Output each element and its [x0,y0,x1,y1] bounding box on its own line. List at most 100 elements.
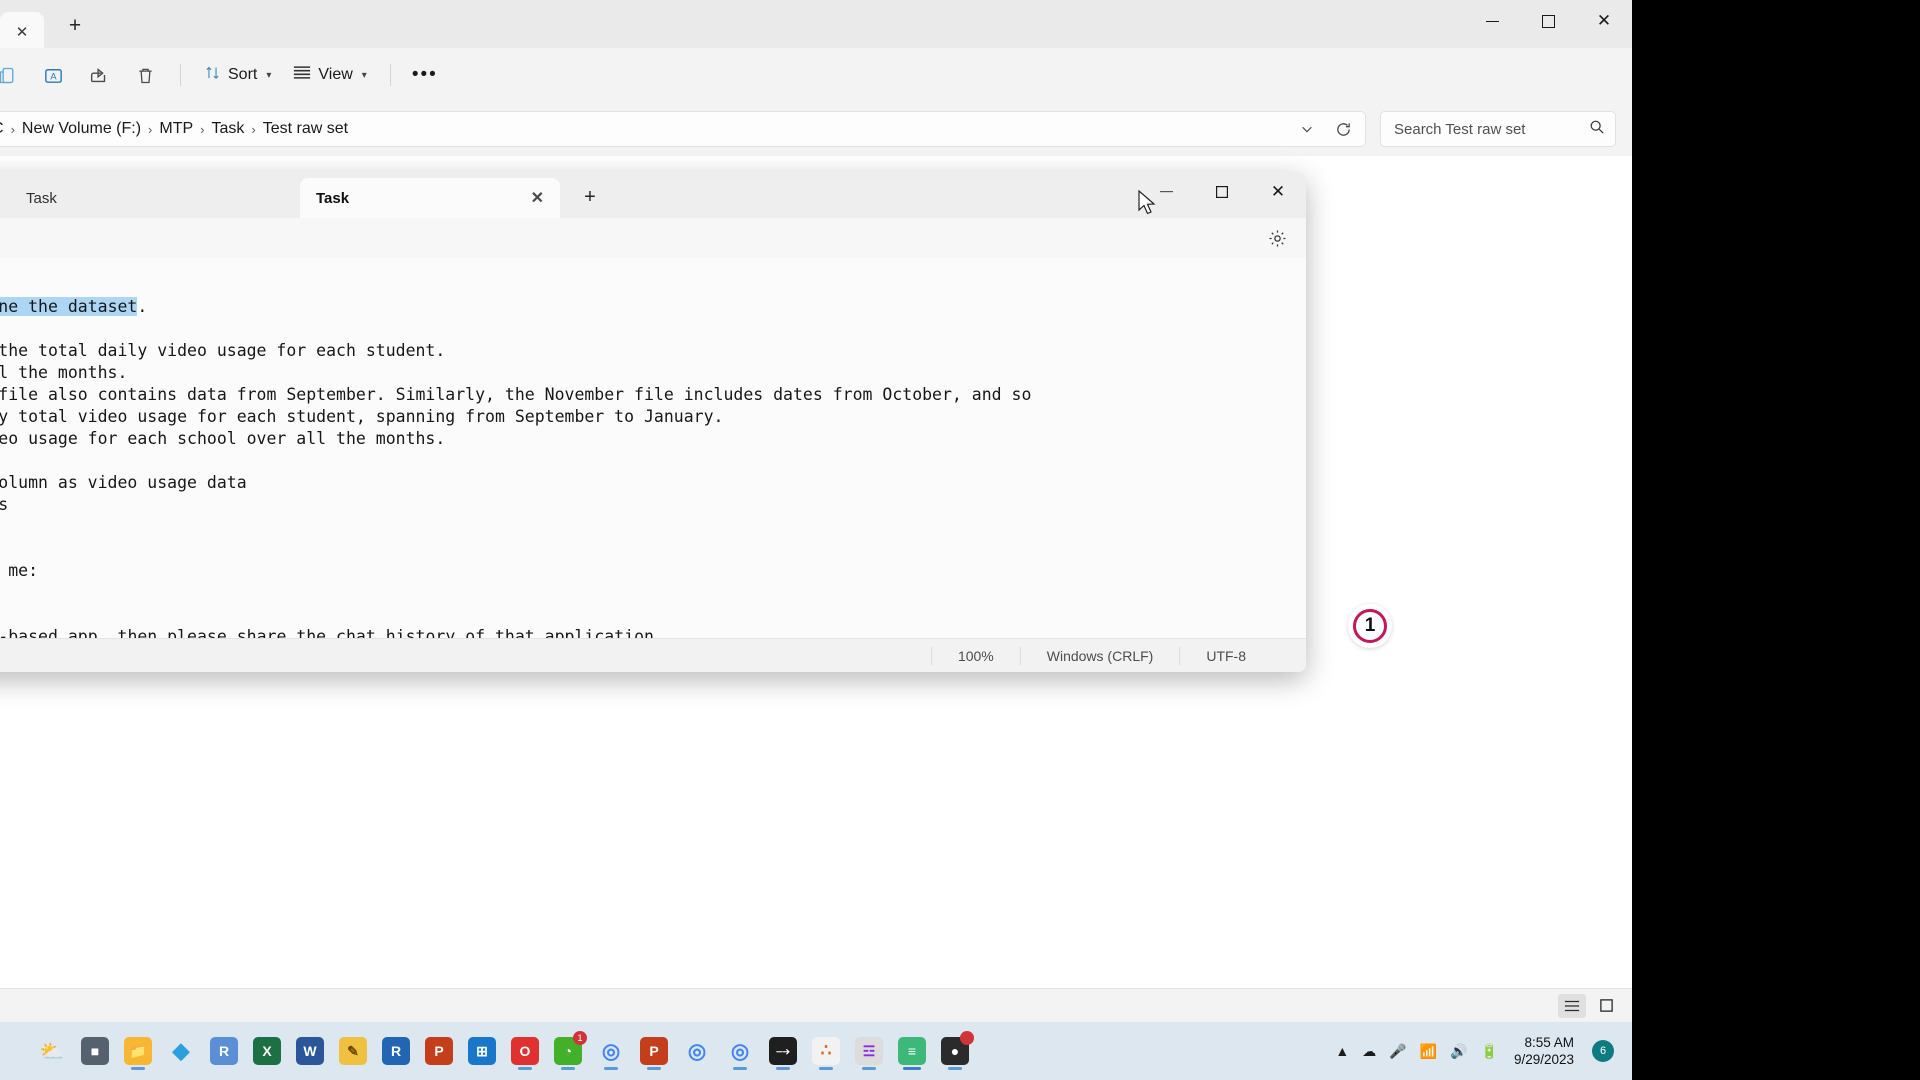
minimize-icon[interactable] [1138,172,1194,212]
taskbar-item-excel[interactable]: X [247,1031,287,1071]
close-icon[interactable]: ✕ [1576,0,1632,42]
notepad-new-tab-button[interactable]: + [572,181,608,213]
breadcrumb: C › New Volume (F:) › MTP › Task › Test … [0,120,1289,138]
taskbar-item-word[interactable]: W [290,1031,330,1071]
notification-center-badge[interactable]: 6 [1592,1040,1614,1062]
sort-button[interactable]: Sort ▾ [193,56,282,94]
document-line-5: determine the monthly video usage for ea… [0,429,446,448]
more-options-button[interactable]: ••• [403,56,447,94]
taskbar-item-r-console[interactable]: R [376,1031,416,1071]
rename-icon[interactable]: A [30,56,76,94]
taskbar-items: ⛅ ■ 📁 ◆ R X W ✎ R P ⊞ O ◔ 1 ◎ P ◎ ◎ ⤍ ∴ ☲… [4,1031,975,1071]
line-suffix: app, then please share the chat history … [57,627,664,638]
notepad-window: 2485923000534 Task Task ✕ + ✕ t [0,172,1306,672]
maximize-icon[interactable] [1520,0,1576,42]
document-line-8: o usage data are in minutes [0,495,9,514]
taskbar-item-notepad[interactable]: ≡ [892,1031,932,1071]
sort-label: Sort [228,66,258,83]
taskbar-item-weather[interactable]: ⛅ [32,1031,72,1071]
taskbar-item-rstudio[interactable]: R [204,1031,244,1071]
zoom-level[interactable]: 100% [930,646,1020,665]
sort-arrows-icon [204,64,221,86]
notepad-tab-0[interactable]: 2485923000534 [0,178,10,218]
taskbar-item-file-explorer[interactable]: 📁 [118,1031,158,1071]
minimize-icon[interactable] [1464,0,1520,42]
search-icon[interactable] [1589,119,1605,140]
cut-icon[interactable] [0,56,30,94]
search-input[interactable]: Search Test raw set [1380,111,1616,147]
address-bar[interactable]: C › New Volume (F:) › MTP › Task › Test … [0,111,1366,147]
taskbar-item-chrome-profile[interactable]: ◎ [720,1031,760,1071]
clock-time: 8:55 AM [1524,1035,1574,1050]
document-line-12: g of OBS studio [0,582,1306,604]
notification-count: 1 [1353,609,1387,643]
close-icon[interactable]: ✕ [16,25,29,40]
breadcrumb-item-0[interactable]: C [0,120,11,138]
divider [180,64,181,86]
taskbar: ⛅ ■ 📁 ◆ R X W ✎ R P ⊞ O ◔ 1 ◎ P ◎ ◎ ⤍ ∴ ☲… [0,1022,1632,1080]
screen: ✕ + ✕ A Sort ▾ View ▾ ••• › New Volume (… [0,0,1920,1080]
divider [389,64,391,86]
taskbar-item-anaconda[interactable]: ◔ 1 [548,1031,588,1071]
trash-icon[interactable] [122,56,168,94]
chevron-up-icon[interactable]: ▲ [1335,1043,1349,1059]
document-blank-line [0,516,1306,538]
explorer-new-tab-button[interactable]: + [58,11,92,41]
refresh-icon[interactable] [1325,113,1361,145]
line-ending[interactable]: Windows (CRLF) [1019,646,1180,665]
notepad-menu-bar: t View [0,218,1306,258]
view-button[interactable]: View ▾ [282,56,377,94]
notepad-tab-2[interactable]: Task ✕ [300,178,560,218]
taskbar-item-powerpoint[interactable]: P [419,1031,459,1071]
taskbar-item-task-view[interactable]: ■ [75,1031,115,1071]
notepad-tab-1[interactable]: Task [10,178,300,218]
chevron-down-icon[interactable] [1289,113,1325,145]
large-icons-view-icon[interactable] [1592,994,1620,1018]
line-trailing: . [137,297,148,316]
encoding[interactable]: UTF-8 [1179,646,1306,665]
explorer-tab[interactable]: ✕ [0,12,44,52]
microphone-icon[interactable]: 🎤 [1389,1043,1406,1060]
wifi-icon[interactable]: 📶 [1420,1043,1437,1060]
taskbar-item-chrome-2[interactable]: ◎ [677,1031,717,1071]
share-icon[interactable] [76,56,122,94]
battery-icon[interactable]: 🔋 [1481,1043,1498,1060]
breadcrumb-item-4[interactable]: Test raw set [256,120,355,138]
notepad-tab-label: Task [26,189,57,207]
taskbar-item-vscode[interactable]: ◆ [161,1031,201,1071]
notepad-window-controls: ✕ [1138,172,1306,212]
document-line-13: cript [0,604,1306,626]
taskbar-item-chrome[interactable]: ◎ [591,1031,631,1071]
chevron-down-icon: ▾ [361,69,367,81]
misspelled-word: Ai-based [0,627,58,638]
close-icon[interactable]: ✕ [1250,172,1306,212]
taskbar-item-jupyter[interactable]: ∴ [806,1031,846,1071]
taskbar-item-sticky-notes[interactable]: ✎ [333,1031,373,1071]
maximize-icon[interactable] [1194,172,1250,212]
taskbar-item-spyder[interactable]: ☲ [849,1031,889,1071]
gear-icon[interactable] [1262,224,1292,252]
taskbar-item-microsoft-store[interactable]: ⊞ [462,1031,502,1071]
status-badge[interactable]: 1 [1348,604,1392,648]
cloud-icon[interactable]: ☁ [1362,1043,1376,1060]
clock[interactable]: 8:55 AM 9/29/2023 [1508,1034,1574,1068]
taskbar-item-opera[interactable]: O [505,1031,545,1071]
notepad-tab-label: Task [316,189,350,207]
document-line-0: the file and examine the dataset. [0,274,1306,340]
volume-icon[interactable]: 🔊 [1450,1043,1467,1060]
taskbar-item-powerpoint-2[interactable]: P [634,1031,674,1071]
details-view-icon[interactable] [1558,993,1586,1018]
document-blank-line [0,450,1306,472]
svg-text:A: A [50,71,57,82]
close-icon[interactable]: ✕ [531,188,544,208]
breadcrumb-item-1[interactable]: New Volume (F:) [15,120,148,138]
document-line-11: u to share in the end with me: [8,561,39,580]
breadcrumb-item-3[interactable]: Task [205,120,252,138]
explorer-address-row: C › New Volume (F:) › MTP › Task › Test … [0,102,1632,156]
notepad-text-area[interactable]: the file and examine the dataset. our fi… [0,258,1306,638]
clock-date: 9/29/2023 [1513,1052,1574,1067]
breadcrumb-item-2[interactable]: MTP [152,120,200,138]
selected-text: the file and examine the dataset [0,297,138,316]
taskbar-item-obs-studio[interactable]: ● [935,1031,975,1071]
taskbar-item-terminal[interactable]: ⤍ [763,1031,803,1071]
